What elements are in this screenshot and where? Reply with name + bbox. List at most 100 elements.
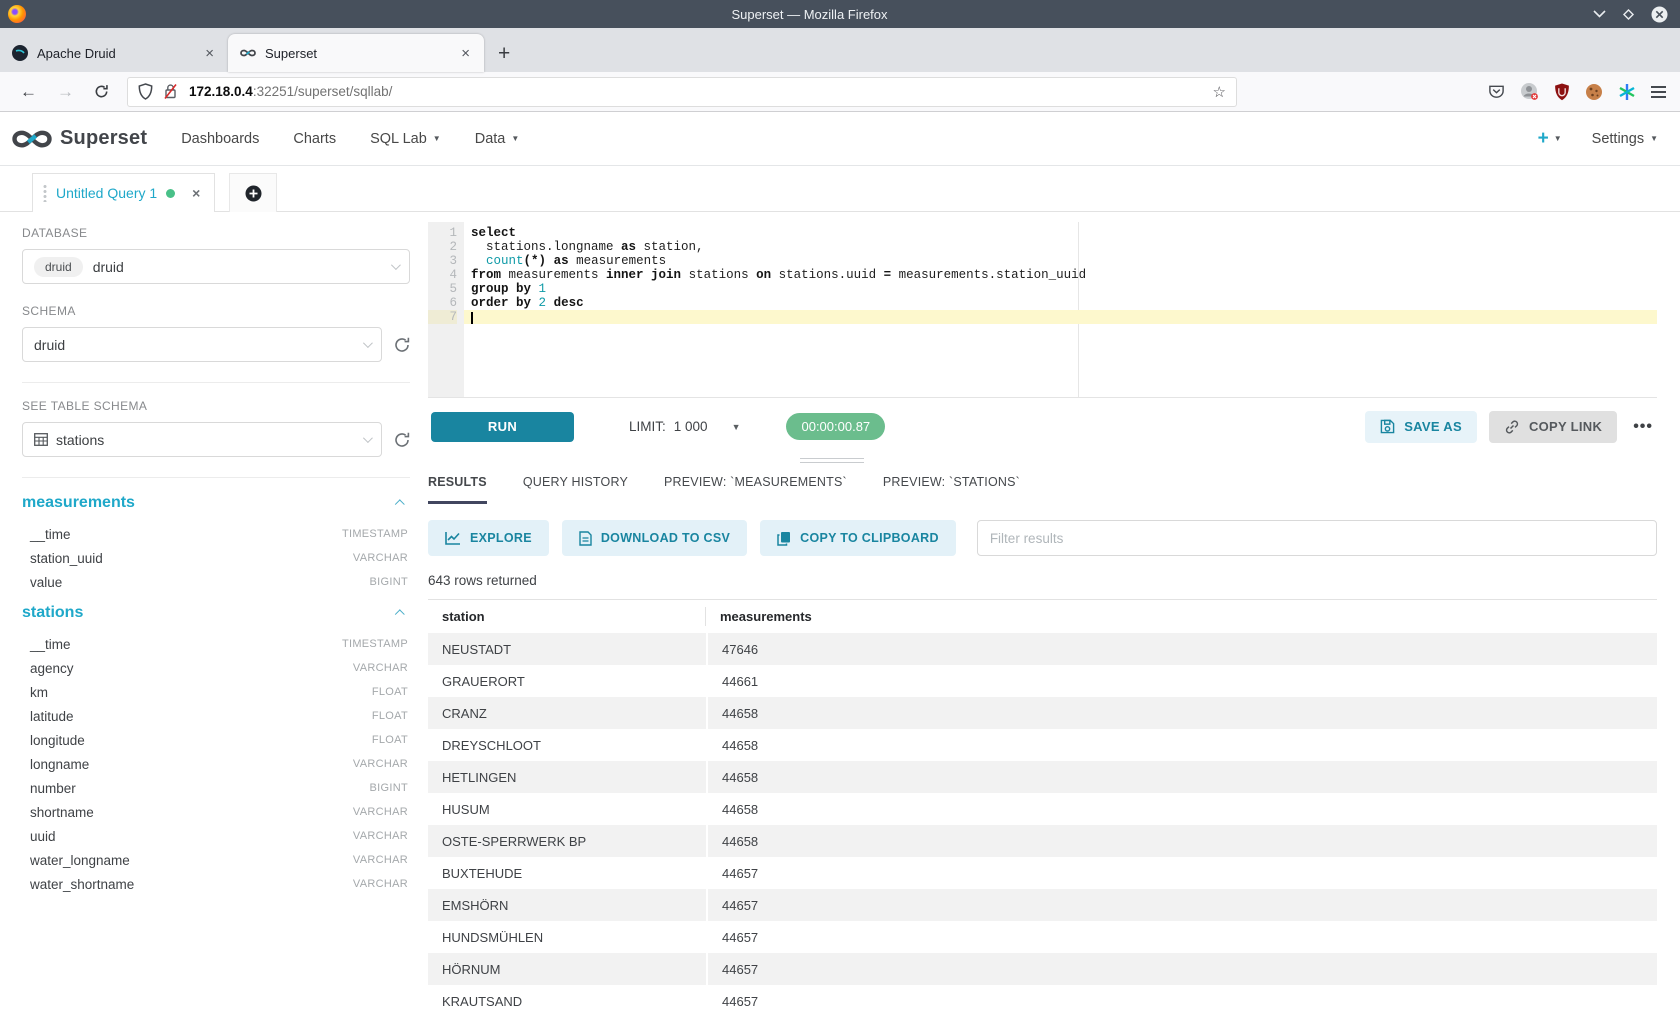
column-header-station[interactable]: station xyxy=(428,607,706,626)
schema-select[interactable]: druid xyxy=(22,327,382,362)
refresh-schema-icon[interactable] xyxy=(394,337,410,353)
drag-handle-icon[interactable] xyxy=(800,458,864,466)
browser-tab-superset[interactable]: Superset × xyxy=(228,34,484,72)
new-browser-tab-button[interactable]: + xyxy=(484,42,524,72)
extension-asterisk-icon[interactable] xyxy=(1618,83,1636,101)
pocket-icon[interactable] xyxy=(1488,83,1505,100)
column-type: TIMESTAMP xyxy=(342,528,408,540)
table-row: HETLINGEN44658 xyxy=(428,761,1657,793)
refresh-table-icon[interactable] xyxy=(394,432,410,448)
close-tab-icon[interactable]: × xyxy=(457,45,474,62)
database-pill: druid xyxy=(34,257,83,277)
nav-data[interactable]: Data▼ xyxy=(475,131,520,147)
database-select[interactable]: druid druid xyxy=(22,249,410,284)
column-name: km xyxy=(30,685,48,700)
save-icon xyxy=(1380,419,1395,434)
close-query-tab-icon[interactable]: × xyxy=(192,185,200,201)
tab-results[interactable]: RESULTS xyxy=(428,475,487,504)
column-name: longitude xyxy=(30,733,85,748)
explore-button[interactable]: EXPLORE xyxy=(428,520,549,556)
sqllab-sidebar: DATABASE druid druid SCHEMA druid SEE TA… xyxy=(22,212,410,1012)
more-options-button[interactable]: ••• xyxy=(1629,418,1657,436)
table-section-header[interactable]: measurements xyxy=(22,494,410,512)
cell-measurements: 44657 xyxy=(708,889,1657,921)
table-row: HUNDSMÜHLEN44657 xyxy=(428,921,1657,953)
bookmark-star-icon[interactable]: ☆ xyxy=(1213,83,1226,101)
superset-logo[interactable]: Superset xyxy=(12,127,147,150)
results-tabs: RESULTS QUERY HISTORY PREVIEW: `MEASUREM… xyxy=(428,475,1657,504)
column-row: latitudeFLOAT xyxy=(22,704,410,728)
lock-insecure-icon[interactable] xyxy=(163,83,178,100)
column-type: VARCHAR xyxy=(353,854,408,866)
copy-link-button[interactable]: COPY LINK xyxy=(1489,411,1617,443)
column-type: FLOAT xyxy=(372,686,408,698)
table-row: HUSUM44658 xyxy=(428,793,1657,825)
editor-code[interactable]: select stations.longname as station, cou… xyxy=(464,222,1657,397)
line-number: 1 xyxy=(428,226,457,240)
row-count: 643 rows returned xyxy=(428,573,1657,588)
ublock-icon[interactable] xyxy=(1554,83,1570,101)
download-csv-button[interactable]: DOWNLOAD TO CSV xyxy=(562,520,747,556)
minimize-icon[interactable] xyxy=(1593,10,1606,18)
column-row: water_longnameVARCHAR xyxy=(22,848,410,872)
column-type: VARCHAR xyxy=(353,830,408,842)
results-table-header: station measurements xyxy=(428,600,1657,633)
code-line: group by 1 xyxy=(464,282,1657,296)
code-line xyxy=(464,310,1657,324)
table-select[interactable]: stations xyxy=(22,422,382,457)
url-bar[interactable]: 172.18.0.4:32251/superset/sqllab/ ☆ xyxy=(127,77,1237,107)
filter-results-input[interactable] xyxy=(977,520,1657,556)
column-name: __time xyxy=(30,527,71,542)
copy-clipboard-button[interactable]: COPY TO CLIPBOARD xyxy=(760,520,956,556)
cell-station: HETLINGEN xyxy=(428,761,706,793)
chevron-down-icon xyxy=(391,260,401,270)
limit-dropdown[interactable]: LIMIT: 1 000 ▼ xyxy=(629,419,740,434)
drag-handle-icon[interactable] xyxy=(43,184,47,202)
cell-measurements: 44661 xyxy=(708,665,1657,697)
column-row: water_shortnameVARCHAR xyxy=(22,872,410,896)
cell-measurements: 44657 xyxy=(708,857,1657,889)
forward-icon[interactable]: → xyxy=(47,82,84,102)
pane-resizer[interactable] xyxy=(428,455,1657,467)
cookie-icon[interactable] xyxy=(1585,83,1603,101)
account-blocked-icon[interactable] xyxy=(1520,82,1539,101)
column-name: longname xyxy=(30,757,89,772)
close-tab-icon[interactable]: × xyxy=(201,45,218,62)
run-button[interactable]: RUN xyxy=(431,412,574,442)
nav-dashboards[interactable]: Dashboards xyxy=(181,131,259,147)
new-item-button[interactable]: +▼ xyxy=(1538,128,1562,150)
column-name: station_uuid xyxy=(30,551,103,566)
column-row: valueBIGINT xyxy=(22,570,410,594)
results-actions: EXPLORE DOWNLOAD TO CSV COPY TO CLIPBOAR… xyxy=(428,520,1657,556)
tab-query-history[interactable]: QUERY HISTORY xyxy=(523,475,628,504)
close-window-icon[interactable] xyxy=(1651,6,1668,23)
column-row: longitudeFLOAT xyxy=(22,728,410,752)
maximize-icon[interactable] xyxy=(1622,8,1635,21)
table-row: NEUSTADT47646 xyxy=(428,633,1657,665)
table-row: EMSHÖRN44657 xyxy=(428,889,1657,921)
table-section-header[interactable]: stations xyxy=(22,604,410,622)
column-row: km FLOAT xyxy=(22,680,410,704)
browser-tab-druid[interactable]: Apache Druid × xyxy=(0,34,228,72)
query-timer: 00:00:00.87 xyxy=(786,413,885,440)
menu-icon[interactable] xyxy=(1651,83,1666,101)
reload-icon[interactable] xyxy=(84,84,119,99)
nav-charts[interactable]: Charts xyxy=(293,131,336,147)
tab-preview-stations[interactable]: PREVIEW: `STATIONS` xyxy=(883,475,1020,504)
limit-value: 1 000 xyxy=(674,419,708,434)
plus-circle-icon xyxy=(245,185,262,202)
nav-sql-lab[interactable]: SQL Lab▼ xyxy=(370,131,441,147)
shield-icon[interactable] xyxy=(138,83,153,100)
column-header-measurements[interactable]: measurements xyxy=(706,609,1657,624)
back-icon[interactable]: ← xyxy=(10,82,47,102)
tab-preview-measurements[interactable]: PREVIEW: `MEASUREMENTS` xyxy=(664,475,847,504)
save-as-button[interactable]: SAVE AS xyxy=(1365,411,1477,443)
divider xyxy=(22,382,410,383)
query-tab[interactable]: Untitled Query 1 × xyxy=(32,173,215,212)
sql-editor[interactable]: 1234567 select stations.longname as stat… xyxy=(428,222,1657,398)
column-row: longnameVARCHAR xyxy=(22,752,410,776)
new-query-tab-button[interactable] xyxy=(229,173,277,212)
settings-menu[interactable]: Settings▼ xyxy=(1592,131,1658,147)
results-table-body: NEUSTADT47646GRAUERORT44661CRANZ44658DRE… xyxy=(428,633,1657,1012)
table-schema-label: SEE TABLE SCHEMA xyxy=(22,399,410,413)
